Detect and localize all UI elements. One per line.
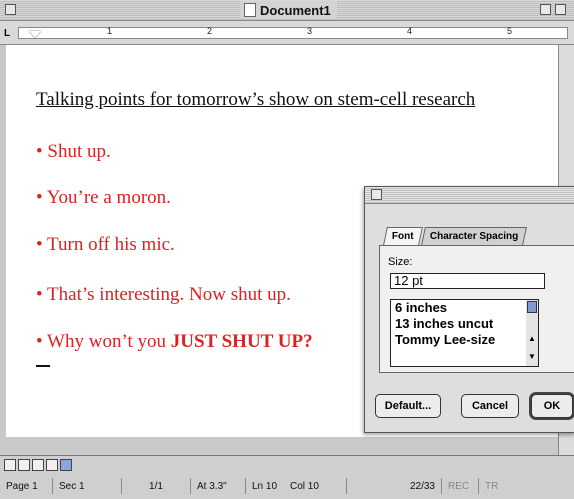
ruler[interactable]: L 1 2 3 4 5 (0, 21, 574, 45)
window-title-text: Document1 (260, 2, 331, 18)
bullet-emphasis-text: JUST SHUT UP? (170, 331, 313, 352)
status-at: At 3.3" (191, 478, 246, 494)
status-column: Col 10 (284, 478, 347, 494)
ruler-number: 5 (507, 26, 513, 36)
bullet-item-text: • Why won’t you (36, 331, 171, 352)
master-view-icon[interactable] (60, 459, 72, 471)
dialog-tabs: Font Character Spacing (383, 227, 527, 245)
tab-font[interactable]: Font (383, 227, 423, 245)
bullet-item: • You’re a moron. (36, 187, 171, 208)
bullet-item: • Turn off his mic. (36, 234, 175, 255)
tab-character-spacing-label: Character Spacing (429, 231, 518, 242)
status-line: Ln 10 (252, 480, 278, 492)
dialog-titlebar[interactable] (365, 187, 574, 204)
bullet-item: • Shut up. (36, 141, 111, 162)
page-view-icon[interactable] (32, 459, 44, 471)
online-view-icon[interactable] (18, 459, 30, 471)
status-track[interactable]: TR (479, 478, 505, 494)
window-titlebar[interactable]: Document1 (0, 0, 574, 21)
tab-character-spacing[interactable]: Character Spacing (420, 227, 527, 245)
status-word-count: 22/33 (347, 478, 442, 494)
dialog-close-icon[interactable] (371, 189, 382, 200)
size-listbox[interactable]: 6 inches 13 inches uncut Tommy Lee-size (390, 299, 528, 367)
status-page: Page 1 (0, 478, 53, 494)
scroll-thumb[interactable] (527, 301, 537, 313)
zoom-box-icon[interactable] (540, 4, 551, 15)
list-item[interactable]: 6 inches (391, 300, 527, 316)
window-title: Document1 (240, 1, 337, 19)
ruler-number: 2 (207, 26, 213, 36)
scroll-down-icon[interactable]: ▼ (528, 352, 536, 361)
size-input[interactable]: 12 pt (390, 273, 545, 289)
status-fields: Page 1 Sec 1 1/1 At 3.3" Ln 10 Col 10 22… (0, 476, 574, 496)
status-rec[interactable]: REC (442, 478, 479, 494)
scroll-up-icon[interactable]: ▲ (528, 334, 536, 343)
collapse-box-icon[interactable] (555, 4, 566, 15)
normal-view-icon[interactable] (4, 459, 16, 471)
cancel-button[interactable]: Cancel (461, 394, 519, 418)
list-item[interactable]: Tommy Lee-size (391, 332, 527, 348)
font-tab-panel: Size: 12 pt 6 inches 13 inches uncut Tom… (379, 245, 574, 373)
ruler-number: 3 (307, 26, 313, 36)
default-button[interactable]: Default... (375, 394, 441, 418)
outline-view-icon[interactable] (46, 459, 58, 471)
view-buttons (4, 459, 72, 471)
ruler-number: 1 (107, 26, 113, 36)
tab-font-label: Font (391, 231, 414, 242)
ok-button[interactable]: OK (531, 394, 573, 418)
tab-stop-icon[interactable]: L (4, 28, 10, 39)
font-dialog: Font Character Spacing Size: 12 pt 6 inc… (364, 186, 574, 433)
indent-marker-icon[interactable] (29, 31, 41, 38)
document-icon (244, 3, 256, 17)
text-cursor (36, 365, 50, 367)
status-pages: 1/1 (122, 478, 191, 494)
list-item[interactable]: 13 inches uncut (391, 316, 527, 332)
size-label: Size: (388, 256, 413, 268)
ruler-strip[interactable]: 1 2 3 4 5 (18, 26, 568, 39)
status-bar: Page 1 Sec 1 1/1 At 3.3" Ln 10 Col 10 22… (0, 455, 574, 499)
ruler-number: 4 (407, 26, 413, 36)
status-section: Sec 1 (53, 478, 122, 494)
document-heading: Talking points for tomorrow’s show on st… (36, 89, 476, 110)
bullet-item: • That’s interesting. Now shut up. (36, 284, 291, 305)
bullet-item: • Why won’t you JUST SHUT UP? (36, 331, 313, 353)
close-box-icon[interactable] (5, 4, 16, 15)
size-list-scrollbar[interactable]: ▲ ▼ (526, 299, 539, 367)
